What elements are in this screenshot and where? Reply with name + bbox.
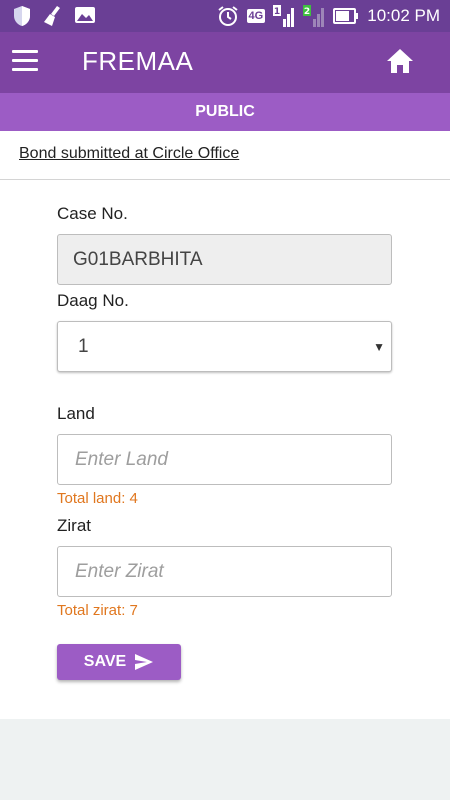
app-bar: FREMAA — [0, 32, 450, 93]
save-button[interactable]: SAVE — [57, 644, 181, 680]
case-no-label: Case No. — [57, 204, 128, 223]
form-container: Bond submitted at Circle Office Case No.… — [0, 131, 450, 719]
broom-icon — [44, 6, 60, 26]
menu-button[interactable] — [12, 50, 38, 72]
land-label: Land — [57, 404, 95, 423]
zirat-label: Zirat — [57, 516, 91, 535]
land-field — [57, 434, 392, 485]
daag-no-select[interactable]: 1 ▼ — [57, 321, 392, 372]
zirat-input[interactable] — [73, 560, 377, 584]
signal-sim2-icon: 2 — [303, 5, 325, 27]
bond-submitted-link[interactable]: Bond submitted at Circle Office — [19, 145, 239, 163]
case-no-value: G01BARBHITA — [73, 249, 203, 270]
sim2-number: 2 — [304, 7, 310, 17]
app-title: FREMAA — [82, 46, 194, 76]
daag-no-label: Daag No. — [57, 291, 129, 310]
clock-time: 10:02 PM — [367, 6, 440, 25]
notification-icons — [12, 5, 96, 27]
alarm-icon — [217, 6, 238, 26]
home-icon[interactable] — [386, 48, 414, 74]
section-header: PUBLIC — [0, 93, 450, 131]
divider — [0, 179, 450, 180]
signal-sim1-icon: 1 — [273, 5, 295, 27]
sim1-number: 1 — [274, 7, 280, 17]
menu-icon — [12, 50, 38, 53]
network-type-badge: 4G — [246, 9, 266, 23]
system-icons: 4G 1 2 10:02 PM — [217, 0, 440, 32]
dropdown-arrow-icon: ▼ — [373, 340, 385, 354]
battery-icon — [333, 8, 359, 24]
shield-icon — [14, 6, 30, 26]
section-header-label: PUBLIC — [195, 103, 255, 120]
image-icon — [75, 7, 95, 23]
daag-no-selected-value: 1 — [78, 336, 89, 357]
case-no-field: G01BARBHITA — [57, 234, 392, 285]
status-bar: 4G 1 2 10:02 PM — [0, 0, 450, 32]
send-icon — [135, 654, 154, 670]
total-zirat-hint: Total zirat: 7 — [57, 602, 138, 619]
zirat-field — [57, 546, 392, 597]
save-button-label: SAVE — [83, 653, 127, 670]
total-land-hint: Total land: 4 — [57, 490, 138, 507]
land-input[interactable] — [73, 448, 377, 472]
